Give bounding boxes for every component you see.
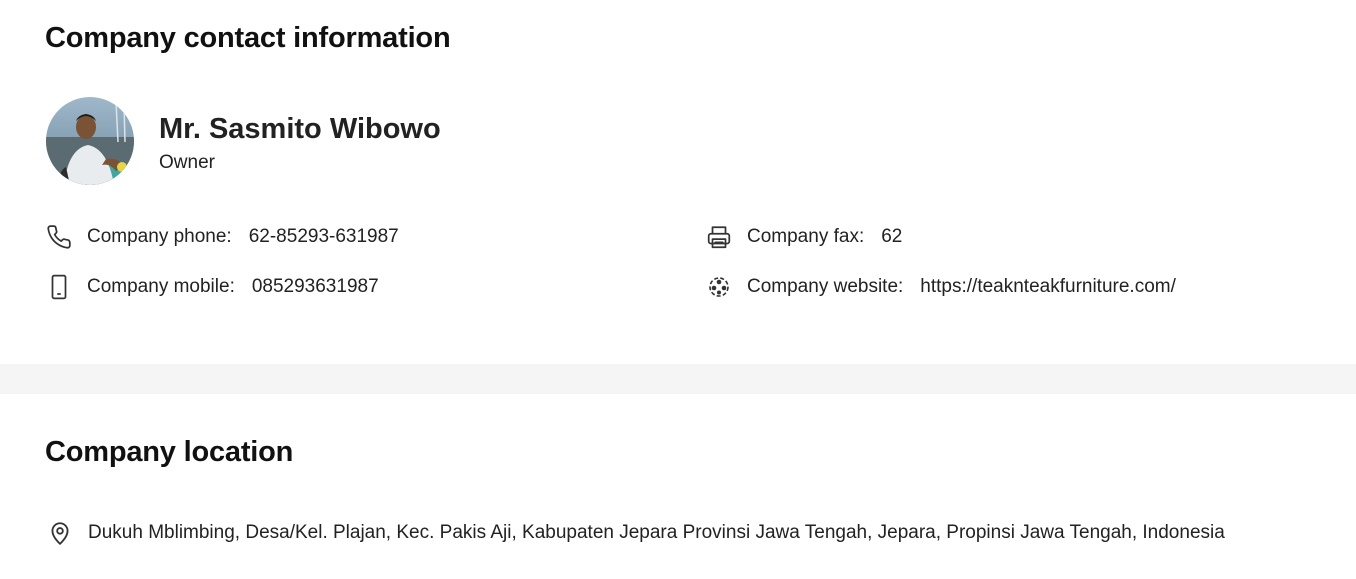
address-text: Dukuh Mblimbing, Desa/Kel. Plajan, Kec. … [88, 522, 1225, 543]
contact-heading: Company contact information [45, 22, 451, 54]
company-phone-value[interactable]: 62-85293-631987 [249, 226, 399, 248]
company-mobile-row: Company mobile: 085293631987 [46, 274, 379, 300]
company-website-label: Company website: [747, 276, 904, 297]
contact-section: Company contact information Mr. Sasmito … [0, 0, 1356, 364]
address-row: Dukuh Mblimbing, Desa/Kel. Plajan, Kec. … [47, 520, 1225, 546]
company-mobile-label: Company mobile: [87, 276, 235, 297]
location-heading: Company location [45, 436, 294, 468]
person-name: Mr. Sasmito Wibowo [159, 113, 441, 145]
company-phone-row: Company phone: 62-85293-631987 [46, 224, 399, 250]
company-fax-value: 62 [881, 226, 903, 247]
printer-icon [706, 224, 732, 250]
company-fax-row: Company fax: 62 [706, 224, 902, 250]
avatar-photo [46, 97, 134, 185]
globe-icon [706, 274, 732, 300]
company-website-link[interactable]: https://teaknteakfurniture.com/ [920, 276, 1176, 298]
mobile-icon [46, 274, 72, 300]
phone-icon [46, 224, 72, 250]
company-phone-label: Company phone: [87, 226, 232, 247]
person-role: Owner [159, 152, 215, 173]
company-website-row: Company website: https://teaknteakfurnit… [706, 274, 1176, 300]
company-fax-label: Company fax: [747, 226, 865, 247]
section-divider [0, 364, 1356, 394]
avatar [46, 97, 134, 185]
location-section: Company location Dukuh Mblimbing, Desa/K… [0, 394, 1356, 579]
company-mobile-value[interactable]: 085293631987 [252, 276, 379, 298]
map-pin-icon [47, 520, 73, 546]
